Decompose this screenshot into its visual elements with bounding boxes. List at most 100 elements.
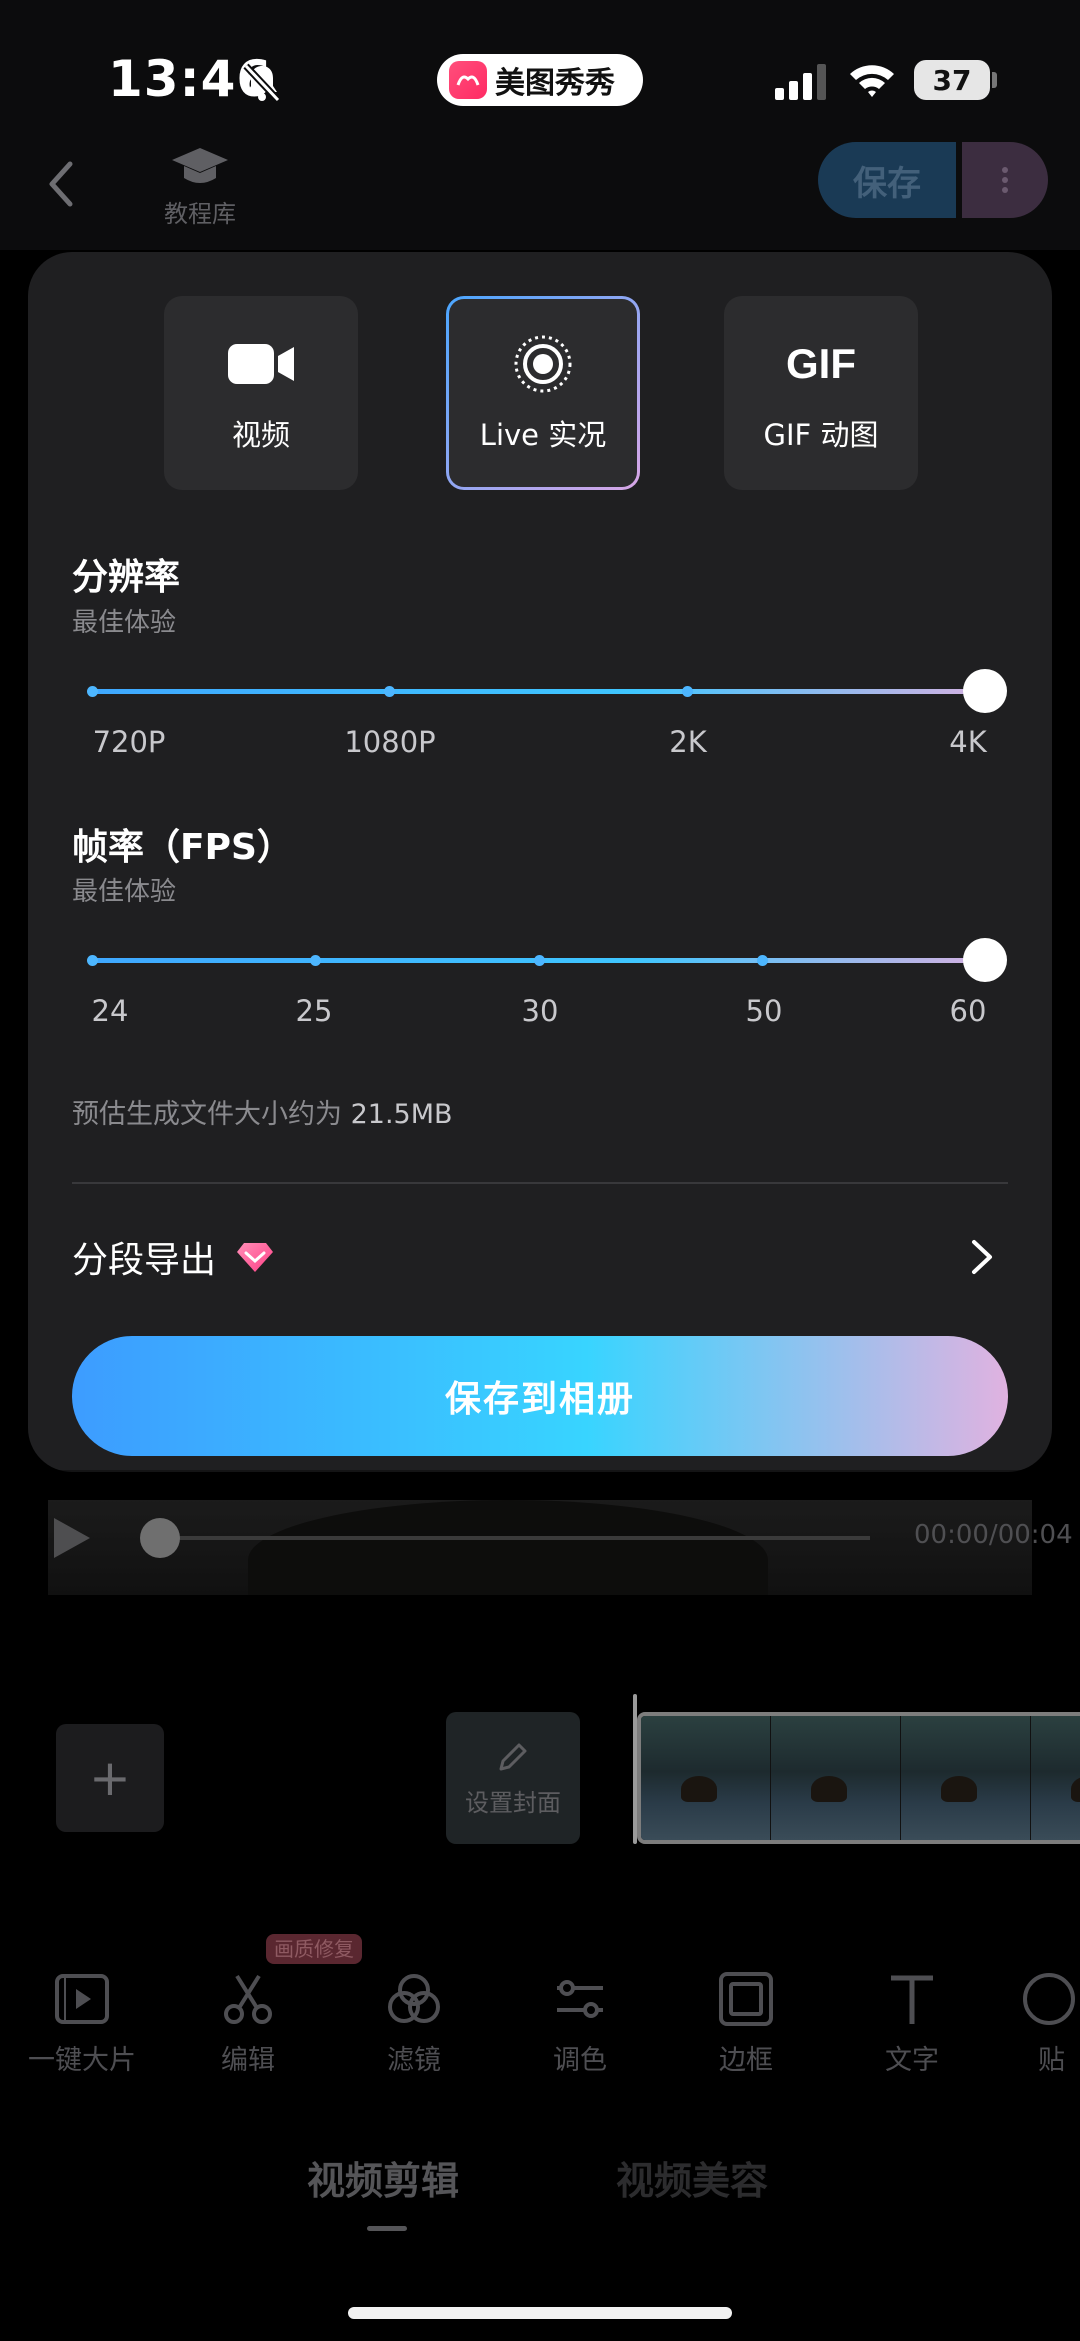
tool-text[interactable]: 文字 (837, 1960, 987, 2077)
sticker-icon (1023, 1973, 1075, 2025)
resolution-tick: 4K (949, 725, 987, 759)
playback-timecode: 00:00/00:04 (914, 1520, 1073, 1550)
resolution-title: 分辨率 (72, 557, 181, 598)
adjust-sliders-icon (557, 1980, 603, 2018)
playback-scrubber[interactable] (150, 1536, 870, 1540)
file-size-prefix: 预估生成文件大小约为 (72, 1099, 342, 1130)
app-name: 美图秀秀 (495, 66, 615, 101)
video-clip-filmstrip[interactable] (637, 1712, 1080, 1844)
fps-slider[interactable] (87, 938, 1012, 982)
play-icon[interactable] (52, 1516, 92, 1560)
fps-stop-24[interactable] (87, 955, 98, 966)
fps-tick: 30 (521, 994, 559, 1028)
fps-stop-25[interactable] (310, 955, 321, 966)
fps-subtitle: 最佳体验 (72, 877, 177, 907)
editor-header: 教程库 保存 (0, 130, 1080, 250)
resolution-tick: 2K (669, 725, 707, 759)
tool-color-adjust[interactable]: 调色 (505, 1960, 655, 2077)
edit-toolbar: 一键大片 编辑 滤镜 调色 边框 文字 贴 (0, 1960, 1080, 2100)
status-bar: 13:46 美图秀秀 37 (0, 0, 1080, 130)
meitu-logo-icon (449, 61, 487, 99)
format-option-gif[interactable]: GIF GIF 动图 (724, 296, 918, 490)
clip-frame (771, 1716, 901, 1840)
filter-icon (388, 1974, 440, 2023)
live-photo-icon (514, 335, 572, 393)
battery-nub (992, 72, 997, 88)
format-label-video: 视频 (231, 418, 290, 452)
segment-export-label: 分段导出 (72, 1240, 217, 1281)
tool-label: 一键大片 (28, 2045, 136, 2076)
tool-label: 文字 (885, 2045, 939, 2076)
file-size-estimate: 预估生成文件大小约为 21.5MB (72, 1092, 453, 1131)
fps-stop-50[interactable] (757, 955, 768, 966)
vip-diamond-icon (237, 1243, 274, 1272)
tool-filter[interactable]: 滤镜 (339, 1960, 489, 2077)
resolution-stop-720p[interactable] (87, 686, 98, 697)
tool-label: 贴 (1038, 2045, 1065, 2076)
scrubber-thumb[interactable] (140, 1518, 180, 1558)
resolution-tick: 720P (92, 725, 166, 759)
clip-frame (641, 1716, 771, 1840)
export-sheet: 视频 Live 实况 GIF GIF 动图 分辨率 最佳体验 720P 1080… (28, 252, 1052, 1472)
resolution-stop-2k[interactable] (682, 686, 693, 697)
fps-tick: 24 (91, 994, 129, 1028)
tool-sticker[interactable]: 贴 (1000, 1960, 1080, 2077)
more-options-button[interactable] (962, 142, 1048, 218)
tool-label: 调色 (553, 2045, 607, 2076)
fps-stop-30[interactable] (534, 955, 545, 966)
add-clip-button[interactable]: + (56, 1724, 164, 1832)
active-tab-indicator (367, 2226, 407, 2231)
magic-film-icon (55, 1974, 109, 2024)
fps-tick: 50 (745, 994, 783, 1028)
chevron-right-icon (972, 1240, 992, 1274)
segment-export-row[interactable]: 分段导出 (72, 1222, 1008, 1292)
pencil-icon (499, 1743, 527, 1770)
format-label-gif: GIF 动图 (763, 418, 879, 452)
sheet-divider (72, 1182, 1008, 1184)
file-size-value: 21.5MB (350, 1099, 453, 1130)
set-cover-label: 设置封面 (465, 1788, 561, 1817)
clip-frame (901, 1716, 1031, 1840)
tab-video-beauty[interactable]: 视频美容 (616, 2150, 768, 2205)
format-label-live: Live 实况 (479, 418, 607, 452)
clip-frame (1031, 1716, 1080, 1840)
format-option-live[interactable]: Live 实况 (446, 296, 640, 490)
home-indicator[interactable] (348, 2307, 732, 2319)
header-save-button[interactable]: 保存 (818, 142, 956, 218)
tool-label: 滤镜 (387, 2045, 441, 2076)
resolution-slider-thumb[interactable] (963, 669, 1007, 713)
resolution-tick: 1080P (344, 725, 436, 759)
video-camera-icon (228, 344, 294, 384)
resolution-subtitle: 最佳体验 (72, 608, 177, 638)
plus-icon: + (89, 1749, 131, 1807)
tool-one-click-film[interactable]: 一键大片 (7, 1960, 157, 2077)
resolution-track (92, 689, 996, 694)
graduation-cap-icon (172, 148, 228, 183)
tool-edit[interactable]: 编辑 (173, 1960, 323, 2077)
set-cover-button[interactable]: 设置封面 (446, 1712, 580, 1844)
battery-icon: 37 (914, 60, 990, 100)
vertical-dots-icon (1002, 163, 1008, 197)
save-to-album-button[interactable]: 保存到相册 (72, 1336, 1008, 1456)
gif-icon: GIF (786, 340, 856, 387)
bottom-mode-tabs: 视频剪辑 视频美容 (0, 2150, 1080, 2230)
tutorial-library-button[interactable]: 教程库 (150, 144, 250, 229)
format-option-video[interactable]: 视频 (164, 296, 358, 490)
tab-video-edit[interactable]: 视频剪辑 (307, 2150, 459, 2205)
tool-label: 边框 (719, 2045, 773, 2076)
resolution-stop-1080p[interactable] (384, 686, 395, 697)
bell-slash-icon (243, 63, 281, 103)
app-indicator-pill[interactable]: 美图秀秀 (437, 54, 643, 106)
signal-icon (775, 64, 826, 100)
tool-border[interactable]: 边框 (671, 1960, 821, 2077)
frame-icon (719, 1972, 773, 2026)
fps-title: 帧率（FPS） (72, 827, 293, 868)
tool-label: 编辑 (221, 2045, 275, 2076)
fps-slider-thumb[interactable] (963, 938, 1007, 982)
text-icon (891, 1975, 933, 2024)
fps-tick: 60 (949, 994, 987, 1028)
back-chevron-icon[interactable] (40, 156, 84, 212)
resolution-slider[interactable] (87, 669, 1012, 713)
wifi-icon (850, 65, 894, 97)
tutorial-library-label: 教程库 (164, 200, 236, 228)
